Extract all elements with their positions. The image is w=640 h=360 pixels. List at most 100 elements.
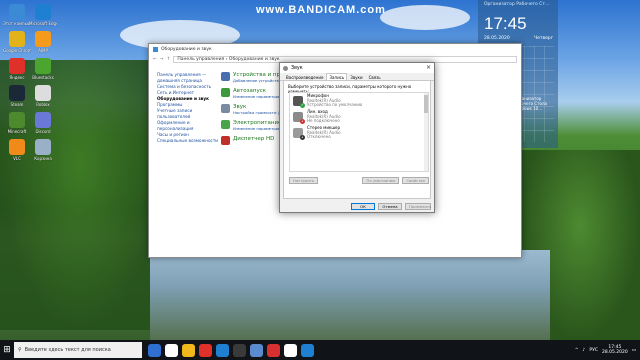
taskbar-app-icon[interactable]: [216, 343, 229, 357]
app-icon: [9, 58, 25, 74]
category-text: Диспетчер HD: [233, 136, 281, 145]
desktop-icon[interactable]: Google Chrome: [3, 31, 31, 53]
app-icon: [35, 31, 51, 47]
sidebar-link[interactable]: Специальные возможности: [157, 138, 219, 144]
recording-device-item[interactable]: ✓ Микрофон Realtek(R) Audio Устройство по у…: [290, 93, 428, 109]
ok-button[interactable]: ОК: [351, 203, 375, 210]
notifications-icon[interactable]: ▭: [632, 348, 636, 353]
windows-start-icon[interactable]: ⊞: [0, 340, 14, 360]
device-icon: ↓: [293, 112, 305, 124]
taskbar-app-icon[interactable]: [301, 343, 314, 357]
category-icon: [221, 120, 230, 129]
recording-device-item[interactable]: ↓ Лин. вход Realtek(R) Audio Не подключено: [290, 109, 428, 125]
search-placeholder: Введите здесь текст для поиска: [24, 347, 111, 353]
category-links[interactable]: Настройка громкости | Изменение звуков: [233, 110, 281, 115]
desktop-icon[interactable]: Discord: [30, 112, 56, 134]
cancel-button[interactable]: Отмена: [378, 203, 402, 210]
desktop-icon-label: Google Chrome: [3, 48, 31, 53]
forward-arrow-icon[interactable]: →: [160, 57, 164, 62]
back-arrow-icon[interactable]: ←: [153, 57, 157, 62]
desktop-icon[interactable]: Roblox: [30, 85, 56, 107]
recording-device-item[interactable]: ↓ Стерео микшер Realtek(R) Audio Отключено: [290, 125, 428, 141]
device-buttons: Настроить По умолчанию Свойства: [289, 177, 429, 184]
taskbar-date: 28.05.2020: [601, 350, 628, 355]
taskbar-app-icon[interactable]: [250, 343, 263, 357]
desktop-icon[interactable]: Microsoft Edge: [29, 4, 57, 26]
cloud: [380, 5, 470, 30]
sound-tab[interactable]: Запись: [326, 73, 348, 80]
category-item[interactable]: Диспетчер HD: [221, 136, 281, 145]
app-icon: [35, 85, 51, 101]
taskbar-search[interactable]: ⚲ Введите здесь текст для поиска: [14, 342, 142, 358]
sound-tab[interactable]: Связь: [366, 73, 384, 80]
desktop-icon-label: Яндекс: [9, 75, 25, 80]
device-status-icon: ↓: [300, 119, 305, 124]
desktop-icon[interactable]: Minecraft: [4, 112, 30, 134]
device-detail: Отключено: [307, 134, 331, 140]
sound-dialog-titlebar: Звук ×: [280, 63, 434, 73]
taskbar-app-icon[interactable]: [165, 343, 178, 357]
up-arrow-icon[interactable]: ↑: [167, 57, 171, 62]
taskbar-app-icon[interactable]: [267, 343, 280, 357]
desktop-icon-label: Roblox: [36, 102, 50, 107]
category-item[interactable]: АвтозапускИзменение параметров по умолча…: [221, 88, 281, 99]
device-text: Микрофон Realtek(R) Audio Устройство по ум…: [307, 93, 362, 108]
device-status-icon: ↓: [300, 135, 305, 140]
taskbar-app-icon[interactable]: [148, 343, 161, 357]
organizer-note: Организатор Рабочего Ст...: [484, 2, 550, 7]
apply-button[interactable]: Применить: [405, 203, 431, 210]
sound-tab[interactable]: Воспроизведение: [283, 73, 326, 80]
chevron-up-icon[interactable]: ^: [575, 348, 579, 353]
desktop-icon[interactable]: Яндекс: [4, 58, 30, 80]
widget-day: Четверг: [534, 36, 554, 41]
app-icon: [35, 4, 51, 20]
category-item[interactable]: Устройства и принтеры Добавление устройст…: [221, 72, 302, 83]
taskbar-app-icon[interactable]: [199, 343, 212, 357]
configure-button[interactable]: Настроить: [289, 177, 319, 184]
app-icon: [9, 112, 25, 128]
category-text: ЭлектропитаниеИзменение параметров энерг…: [233, 120, 281, 131]
category-links[interactable]: Добавление устройства | Дополнительные п…: [233, 78, 281, 83]
taskbar-clock[interactable]: 17:45 28.05.2020: [602, 345, 628, 356]
app-icon: [9, 85, 25, 101]
taskbar-app-icon[interactable]: [182, 343, 195, 357]
desktop-icon-label: Корзина: [34, 156, 52, 161]
desktop-icon[interactable]: AIMP: [30, 31, 56, 53]
sound-tab[interactable]: Звуки: [347, 73, 365, 80]
sidebar-link[interactable]: Панель управления — домашняя страница: [157, 72, 219, 84]
control-panel-sidebar: Панель управления — домашняя страница Сис…: [157, 72, 219, 144]
close-icon[interactable]: ×: [426, 64, 431, 71]
language-indicator[interactable]: РУС: [589, 348, 598, 353]
desktop-icon-label: Minecraft: [7, 129, 27, 134]
desktop-icon[interactable]: Bluestacks: [30, 58, 56, 80]
scrollbar-thumb[interactable]: [424, 95, 428, 113]
category-icon: [221, 104, 230, 113]
control-panel-titlebar: Оборудование и звук: [149, 44, 521, 54]
category-icon: [221, 88, 230, 97]
category-links[interactable]: Изменение параметров энергосбережения: [233, 126, 281, 131]
device-status-icon: ✓: [300, 103, 305, 108]
category-item[interactable]: ЭлектропитаниеИзменение параметров энерг…: [221, 120, 281, 131]
device-icon: ↓: [293, 128, 305, 140]
sidebar-link[interactable]: Учетные записи пользователей: [157, 108, 219, 120]
device-list-scrollbar[interactable]: [424, 93, 428, 171]
category-item[interactable]: ЗвукНастройка громкости | Изменение звук…: [221, 104, 281, 115]
category-links[interactable]: Изменение параметров по умолчанию: [233, 94, 281, 99]
sidebar-link[interactable]: Оформление и персонализация: [157, 120, 219, 132]
desktop-icon[interactable]: Этот компьютер: [3, 4, 31, 26]
device-icon: ✓: [293, 96, 305, 108]
taskbar-app-icon[interactable]: [233, 343, 246, 357]
desktop-icon-label: Microsoft Edge: [29, 21, 57, 26]
category-text: АвтозапускИзменение параметров по умолча…: [233, 88, 281, 99]
desktop-icon[interactable]: VLC: [4, 139, 30, 161]
app-icon: [35, 139, 51, 155]
properties-button[interactable]: Свойства: [402, 177, 429, 184]
category-title[interactable]: Диспетчер HD: [233, 136, 281, 142]
desktop-icon[interactable]: Steam: [4, 85, 30, 107]
lake: [150, 250, 550, 340]
taskbar-app-icon[interactable]: [284, 343, 297, 357]
desktop-icon[interactable]: Корзина: [30, 139, 56, 161]
speaker-tray-icon[interactable]: ♪: [582, 348, 585, 353]
app-icon: [9, 139, 25, 155]
set-default-button[interactable]: По умолчанию: [362, 177, 400, 184]
